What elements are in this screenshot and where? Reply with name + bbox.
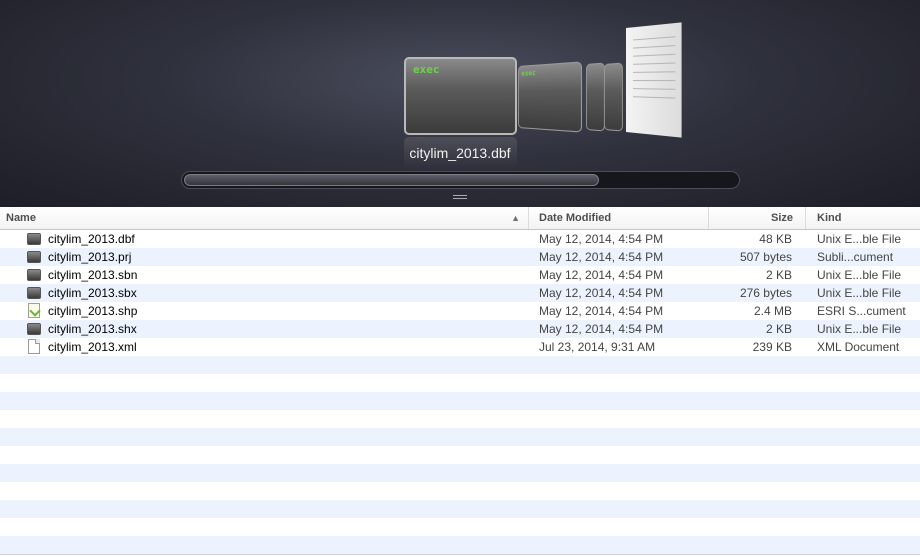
file-date: May 12, 2014, 4:54 PM bbox=[539, 322, 664, 336]
exec-icon bbox=[27, 251, 41, 263]
file-size: 276 bytes bbox=[739, 286, 792, 300]
file-name: citylim_2013.shx bbox=[48, 322, 137, 336]
file-size: 48 KB bbox=[759, 232, 792, 246]
column-header-size[interactable]: Size bbox=[708, 207, 805, 229]
file-kind: Unix E...ble File bbox=[817, 286, 902, 300]
file-name: citylim_2013.shp bbox=[48, 304, 138, 318]
cover-flow-item[interactable] bbox=[604, 62, 623, 132]
file-date: May 12, 2014, 4:54 PM bbox=[539, 250, 664, 264]
table-row[interactable]: citylim_2013.sbx May 12, 2014, 4:54 PM 2… bbox=[0, 284, 920, 302]
file-date: Jul 23, 2014, 9:31 AM bbox=[539, 340, 656, 354]
file-kind: Subli...cument bbox=[817, 250, 894, 264]
file-date: May 12, 2014, 4:54 PM bbox=[539, 232, 664, 246]
column-header-kind[interactable]: Kind bbox=[805, 207, 920, 229]
file-name: citylim_2013.sbx bbox=[48, 286, 137, 300]
file-size: 239 KB bbox=[752, 340, 792, 354]
sort-ascending-icon: ▲ bbox=[511, 213, 520, 223]
cover-flow-scrollbar[interactable] bbox=[181, 171, 740, 189]
column-header-bar: Name ▲ Date Modified Size Kind bbox=[0, 207, 920, 230]
table-row[interactable]: citylim_2013.sbn May 12, 2014, 4:54 PM 2… bbox=[0, 266, 920, 284]
file-kind: XML Document bbox=[817, 340, 900, 354]
cover-flow-scroll-thumb[interactable] bbox=[184, 174, 599, 186]
exec-label: exec bbox=[521, 68, 536, 78]
exec-icon bbox=[27, 233, 41, 245]
document-icon bbox=[27, 339, 41, 354]
cover-flow-item[interactable]: exec bbox=[518, 61, 583, 133]
file-date: May 12, 2014, 4:54 PM bbox=[539, 286, 664, 300]
file-list: citylim_2013.dbf May 12, 2014, 4:54 PM 4… bbox=[0, 230, 920, 356]
file-kind: Unix E...ble File bbox=[817, 268, 902, 282]
file-size: 2.4 MB bbox=[753, 304, 792, 318]
file-kind: Unix E...ble File bbox=[817, 322, 902, 336]
file-size: 2 KB bbox=[765, 268, 792, 282]
cover-flow-preview[interactable]: exec exec citylim_2013.dbf bbox=[0, 0, 920, 207]
column-header-date-modified[interactable]: Date Modified bbox=[528, 207, 708, 229]
cover-flow-item[interactable] bbox=[586, 62, 605, 132]
table-row[interactable]: citylim_2013.dbf May 12, 2014, 4:54 PM 4… bbox=[0, 230, 920, 248]
table-row[interactable]: citylim_2013.shp May 12, 2014, 4:54 PM 2… bbox=[0, 302, 920, 320]
column-header-name-label: Name bbox=[6, 212, 36, 224]
file-kind: Unix E...ble File bbox=[817, 232, 902, 246]
cover-flow-title: citylim_2013.dbf bbox=[409, 145, 511, 161]
file-size: 507 bytes bbox=[739, 250, 792, 264]
column-header-name[interactable]: Name ▲ bbox=[6, 207, 526, 229]
file-name: citylim_2013.sbn bbox=[48, 268, 138, 282]
file-date: May 12, 2014, 4:54 PM bbox=[539, 304, 664, 318]
file-name: citylim_2013.xml bbox=[48, 340, 137, 354]
file-kind: ESRI S...cument bbox=[817, 304, 906, 318]
table-row[interactable]: citylim_2013.prj May 12, 2014, 4:54 PM 5… bbox=[0, 248, 920, 266]
divider bbox=[0, 554, 920, 555]
exec-icon bbox=[27, 323, 41, 335]
exec-icon bbox=[27, 287, 41, 299]
table-row[interactable]: citylim_2013.xml Jul 23, 2014, 9:31 AM 2… bbox=[0, 338, 920, 356]
cover-flow-selected-item[interactable]: exec bbox=[404, 57, 517, 135]
file-name: citylim_2013.dbf bbox=[48, 232, 135, 246]
file-size: 2 KB bbox=[765, 322, 792, 336]
exec-label: exec bbox=[413, 63, 440, 76]
file-date: May 12, 2014, 4:54 PM bbox=[539, 268, 664, 282]
cover-flow-xml-preview[interactable] bbox=[626, 22, 682, 138]
shapefile-icon bbox=[27, 303, 41, 318]
exec-icon bbox=[27, 269, 41, 281]
table-row[interactable]: citylim_2013.shx May 12, 2014, 4:54 PM 2… bbox=[0, 320, 920, 338]
file-name: citylim_2013.prj bbox=[48, 250, 132, 264]
resize-grip-icon[interactable] bbox=[453, 195, 467, 202]
